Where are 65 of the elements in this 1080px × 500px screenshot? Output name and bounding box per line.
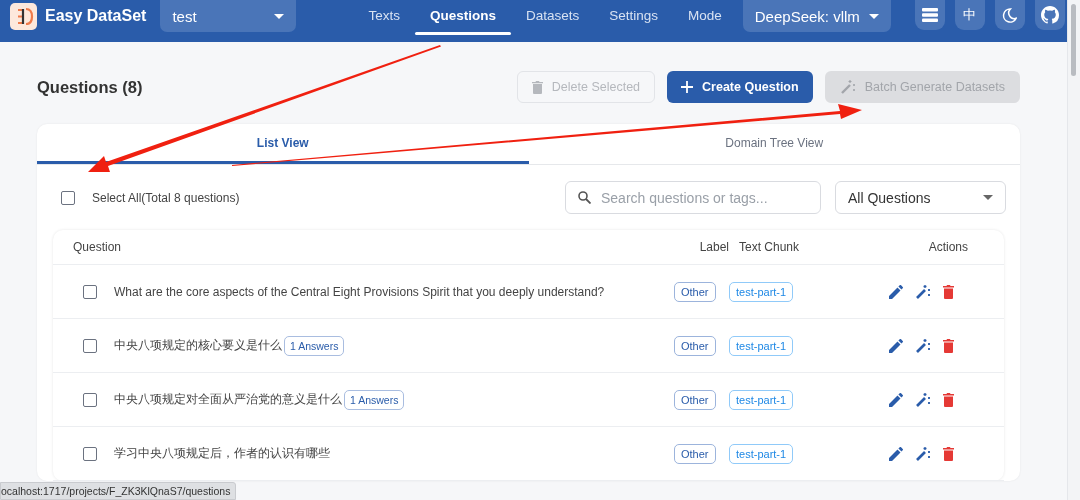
label-tag: Other xyxy=(674,443,716,464)
trash-icon[interactable] xyxy=(943,392,954,407)
chunk-tag: test-part-1 xyxy=(729,335,794,356)
edit-icon[interactable] xyxy=(889,338,903,353)
row-checkbox[interactable] xyxy=(83,446,97,461)
label-tag: Other xyxy=(674,335,716,356)
magic-wand-icon[interactable] xyxy=(915,445,931,462)
row-checkbox[interactable] xyxy=(83,392,97,407)
list-button[interactable] xyxy=(914,0,945,30)
app-name: Easy DataSet xyxy=(45,7,147,25)
question-text: What are the core aspects of the Central Eight Provisions Spirit that you deeply understand? xyxy=(114,284,605,299)
edit-icon[interactable] xyxy=(889,392,903,407)
row-checkbox[interactable] xyxy=(83,284,97,299)
magic-wand-icon[interactable] xyxy=(915,337,931,354)
magic-wand-icon xyxy=(839,79,856,95)
label-tag: Other xyxy=(674,281,716,302)
chunk-tag: test-part-1 xyxy=(729,443,794,464)
chunk-tag: test-part-1 xyxy=(729,389,794,410)
project-select[interactable]: test xyxy=(160,0,297,32)
row-checkbox[interactable] xyxy=(83,338,97,353)
caret-icon xyxy=(274,13,285,19)
filter-select[interactable]: All Questions xyxy=(835,181,1006,214)
search-field[interactable]: Search questions or tags... xyxy=(565,181,821,214)
column-header: Question xyxy=(73,240,123,254)
answers-tag: 1 Answers xyxy=(284,335,345,356)
nav-tab[interactable]: Settings xyxy=(594,0,673,32)
search-icon xyxy=(578,191,591,204)
question-text: 学习中央八项规定后，作者的认识有哪些 xyxy=(114,445,330,462)
caret-icon xyxy=(983,195,993,200)
column-header: Actions xyxy=(927,240,969,254)
trash-icon[interactable] xyxy=(943,446,954,461)
edit-icon[interactable] xyxy=(889,446,903,461)
magic-wand-icon[interactable] xyxy=(915,283,931,300)
column-header: Text Chunk xyxy=(739,240,801,254)
model-select[interactable]: DeepSeek: vllm xyxy=(742,0,891,32)
question-text: 中央八项规定对全面从严治党的意义是什么 xyxy=(114,391,342,408)
page-title: Questions (8) xyxy=(37,77,143,97)
view-tab[interactable]: Domain Tree View xyxy=(528,124,1020,164)
nav-tab[interactable]: Texts xyxy=(353,0,415,32)
caret-icon xyxy=(868,13,879,19)
list-icon xyxy=(921,8,938,22)
column-header: Label xyxy=(698,240,730,254)
language-button[interactable]: 中 xyxy=(954,0,985,30)
trash-icon[interactable] xyxy=(943,338,954,353)
status-url: ocalhost:1717/projects/F_ZK3KlQnaS7/questions xyxy=(0,482,237,500)
answers-tag: 1 Answers xyxy=(344,389,405,410)
nav-tab[interactable]: Datasets xyxy=(510,0,595,32)
github-icon xyxy=(1040,6,1059,24)
create-question-button[interactable]: Create Question xyxy=(667,71,813,103)
question-text: 中央八项规定的核心要义是什么 xyxy=(114,337,282,354)
github-button[interactable] xyxy=(1034,0,1065,30)
trash-icon[interactable] xyxy=(943,284,954,299)
nav-tab[interactable]: Mode xyxy=(673,0,737,32)
logo-icon xyxy=(10,2,37,30)
plus-icon xyxy=(681,81,694,93)
select-all-checkbox[interactable] xyxy=(61,190,75,205)
moon-icon xyxy=(1002,7,1018,23)
chunk-tag: test-part-1 xyxy=(729,281,794,302)
magic-wand-icon[interactable] xyxy=(915,391,931,408)
theme-button[interactable] xyxy=(994,0,1025,30)
label-tag: Other xyxy=(674,389,716,410)
edit-icon[interactable] xyxy=(889,284,903,299)
trash-icon xyxy=(531,80,543,94)
select-all-label: Select All(Total 8 questions) xyxy=(92,190,240,205)
nav-tab[interactable]: Questions xyxy=(414,0,511,32)
